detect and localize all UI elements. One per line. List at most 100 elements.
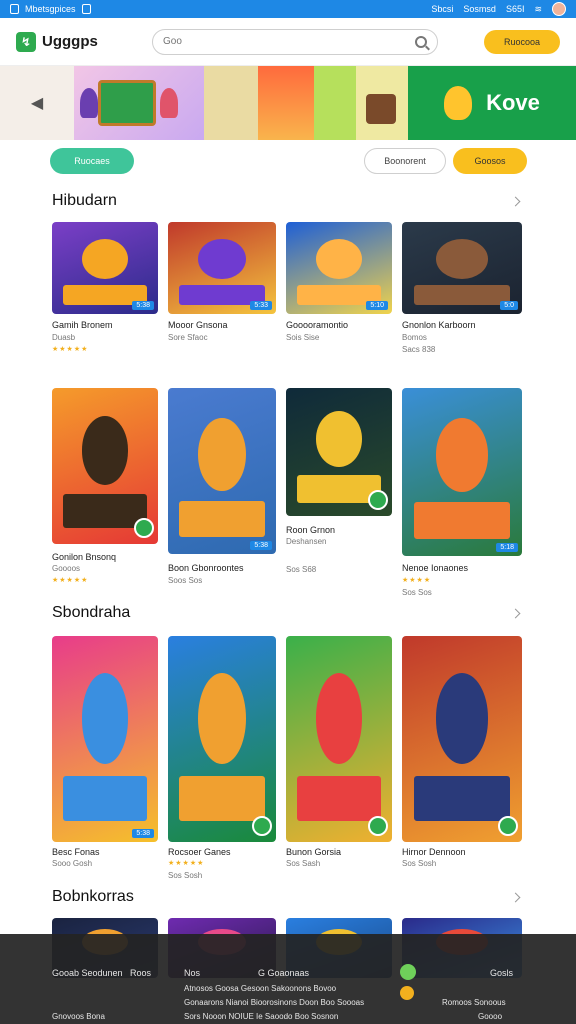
section-title-4: Bobnkorras — [52, 888, 134, 905]
game-title[interactable]: Besc Fonas — [52, 847, 100, 857]
game-title[interactable]: Roon Grnon — [286, 525, 335, 535]
rating-stars: ★★★★★ — [52, 577, 89, 584]
logo[interactable]: ↯ Ugggps — [16, 31, 116, 52]
game-title[interactable]: Hirnor Dennoon — [402, 847, 466, 857]
app-store-icon[interactable] — [400, 986, 414, 1000]
duration-tag: 5:38 — [132, 829, 154, 838]
avatar[interactable] — [552, 2, 566, 16]
banner-art-2 — [204, 66, 258, 140]
section-3-chevron-icon[interactable] — [510, 608, 521, 619]
game-thumbnail[interactable]: 5:10 — [286, 222, 392, 314]
duration-tag: 5:38 — [132, 301, 154, 310]
section-title-1: Hibudarn — [52, 192, 117, 209]
duration-tag: 5:10 — [366, 301, 388, 310]
action-row: Ruocaes Boonorent Goosos — [0, 148, 576, 176]
wifi-icon: ≋ — [534, 3, 542, 14]
game-thumbnail[interactable] — [168, 636, 276, 842]
footer-link[interactable]: Roos — [130, 968, 151, 978]
logo-mark-icon: ↯ — [16, 31, 36, 52]
footer-text: Gonaarons Nianoi Bioorosinons Doon Boo S… — [184, 998, 365, 1007]
status-item-1: Sbcsi — [431, 4, 454, 14]
game-thumbnail[interactable] — [52, 388, 158, 544]
game-thumbnail[interactable]: 5:18 — [402, 388, 522, 556]
game-title[interactable]: Gonilon Bnsonq — [52, 552, 116, 562]
footer-link[interactable]: Nos — [184, 968, 200, 978]
search-input[interactable] — [163, 36, 415, 47]
game-title[interactable]: Rocsoer Ganes — [168, 847, 231, 857]
game-subtitle: Sos Sosh — [402, 859, 437, 868]
game-thumbnail[interactable]: 5:33 — [168, 222, 276, 314]
top-bar: ↯ Ugggps Ruocooa — [0, 18, 576, 66]
game-thumbnail[interactable]: 5:38 — [52, 636, 158, 842]
game-subtitle: Sos Sos — [402, 588, 432, 597]
game-subtitle: Goooos — [52, 564, 81, 573]
status-bar: Mbetsgpices Sbcsi Sosmsd S65I ≋ — [0, 0, 576, 18]
play-badge-icon[interactable] — [368, 490, 388, 510]
game-subtitle: Sos Sash — [286, 859, 321, 868]
section-4-chevron-icon[interactable] — [510, 892, 521, 903]
game-subtitle: Soos Sos — [168, 576, 203, 585]
footer-text: Atnosos Goosa Gesoon Sakoonons Bovoo — [184, 984, 337, 993]
search-box[interactable] — [152, 28, 438, 55]
duration-tag: 5:38 — [250, 541, 272, 550]
banner-text: Kove — [486, 90, 540, 115]
banner-promo: Kove — [408, 66, 576, 140]
game-title[interactable]: Nenoe Ionaones — [402, 563, 468, 573]
footer-link[interactable]: G Goaonaas — [258, 968, 309, 978]
secondary-action-button[interactable]: Boonorent — [364, 148, 446, 174]
duration-tag: 5:18 — [496, 543, 518, 552]
game-subtitle: Sore Sfaoc — [168, 333, 208, 342]
game-subtitle: Sos Sosh — [168, 871, 203, 880]
banner-prev-icon[interactable]: ◀ — [0, 66, 74, 140]
game-thumbnail[interactable] — [286, 636, 392, 842]
duration-tag: 5:0 — [500, 301, 518, 310]
hero-banner[interactable]: ◀ Kove — [0, 66, 576, 140]
game-subtitle: Deshansen — [286, 537, 327, 546]
footer-text: Gnovoos Bona — [52, 1012, 105, 1021]
game-subtitle: Bomos — [402, 333, 427, 342]
play-badge-icon[interactable] — [368, 816, 388, 836]
footer-link[interactable]: Gooab Seodunen — [52, 968, 123, 978]
footer: Gooab Seodunen Roos Nos G Goaonaas Gosls… — [0, 934, 576, 1024]
duration-tag: 5:33 — [250, 301, 272, 310]
game-thumbnail[interactable] — [286, 388, 392, 516]
game-title[interactable]: Gnonlon Karboorn — [402, 320, 476, 330]
mascot-icon — [444, 86, 473, 120]
game-subtitle: Duasb — [52, 333, 76, 342]
status-app-label: Mbetsgpices — [25, 4, 76, 14]
footer-link[interactable]: Gosls — [490, 968, 513, 978]
banner-art-4 — [314, 66, 356, 140]
game-thumbnail[interactable]: 5:38 — [168, 388, 276, 554]
game-title[interactable]: Gamih Bronem — [52, 320, 113, 330]
banner-art-5 — [356, 66, 408, 140]
header-cta-button[interactable]: Ruocooa — [484, 29, 560, 54]
app-small-icon — [81, 4, 91, 14]
app-store-icon[interactable] — [400, 964, 416, 980]
section-1-chevron-icon[interactable] — [510, 196, 521, 207]
logo-text: Ugggps — [42, 33, 98, 50]
status-item-3: S65I — [505, 4, 525, 14]
footer-text: Goooo — [478, 1012, 503, 1021]
game-thumbnail[interactable] — [402, 636, 522, 842]
game-subtitle: Sois Sise — [286, 333, 320, 342]
rating-stars: ★★★★★ — [52, 346, 89, 353]
game-meta: Sos S68 — [286, 565, 317, 574]
game-title[interactable]: Bunon Gorsia — [286, 847, 341, 857]
search-icon[interactable] — [415, 35, 427, 48]
play-badge-icon[interactable] — [252, 816, 272, 836]
play-badge-icon[interactable] — [498, 816, 518, 836]
game-title[interactable]: Mooor Gnsona — [168, 320, 228, 330]
game-title[interactable]: Boon Gbonroontes — [168, 563, 244, 573]
app-icon — [10, 4, 19, 14]
primary-action-button[interactable]: Ruocaes — [50, 148, 134, 174]
game-subtitle: Sooo Gosh — [52, 859, 93, 868]
tertiary-action-button[interactable]: Goosos — [453, 148, 527, 174]
game-meta: Sacs 838 — [402, 345, 436, 354]
banner-art-3 — [258, 66, 314, 140]
game-thumbnail[interactable]: 5:0 — [402, 222, 522, 314]
game-thumbnail[interactable]: 5:38 — [52, 222, 158, 314]
game-title[interactable]: Gooooramontio — [286, 320, 348, 330]
banner-art-1 — [74, 66, 204, 140]
rating-stars: ★★★★ — [402, 577, 432, 584]
play-badge-icon[interactable] — [134, 518, 154, 538]
